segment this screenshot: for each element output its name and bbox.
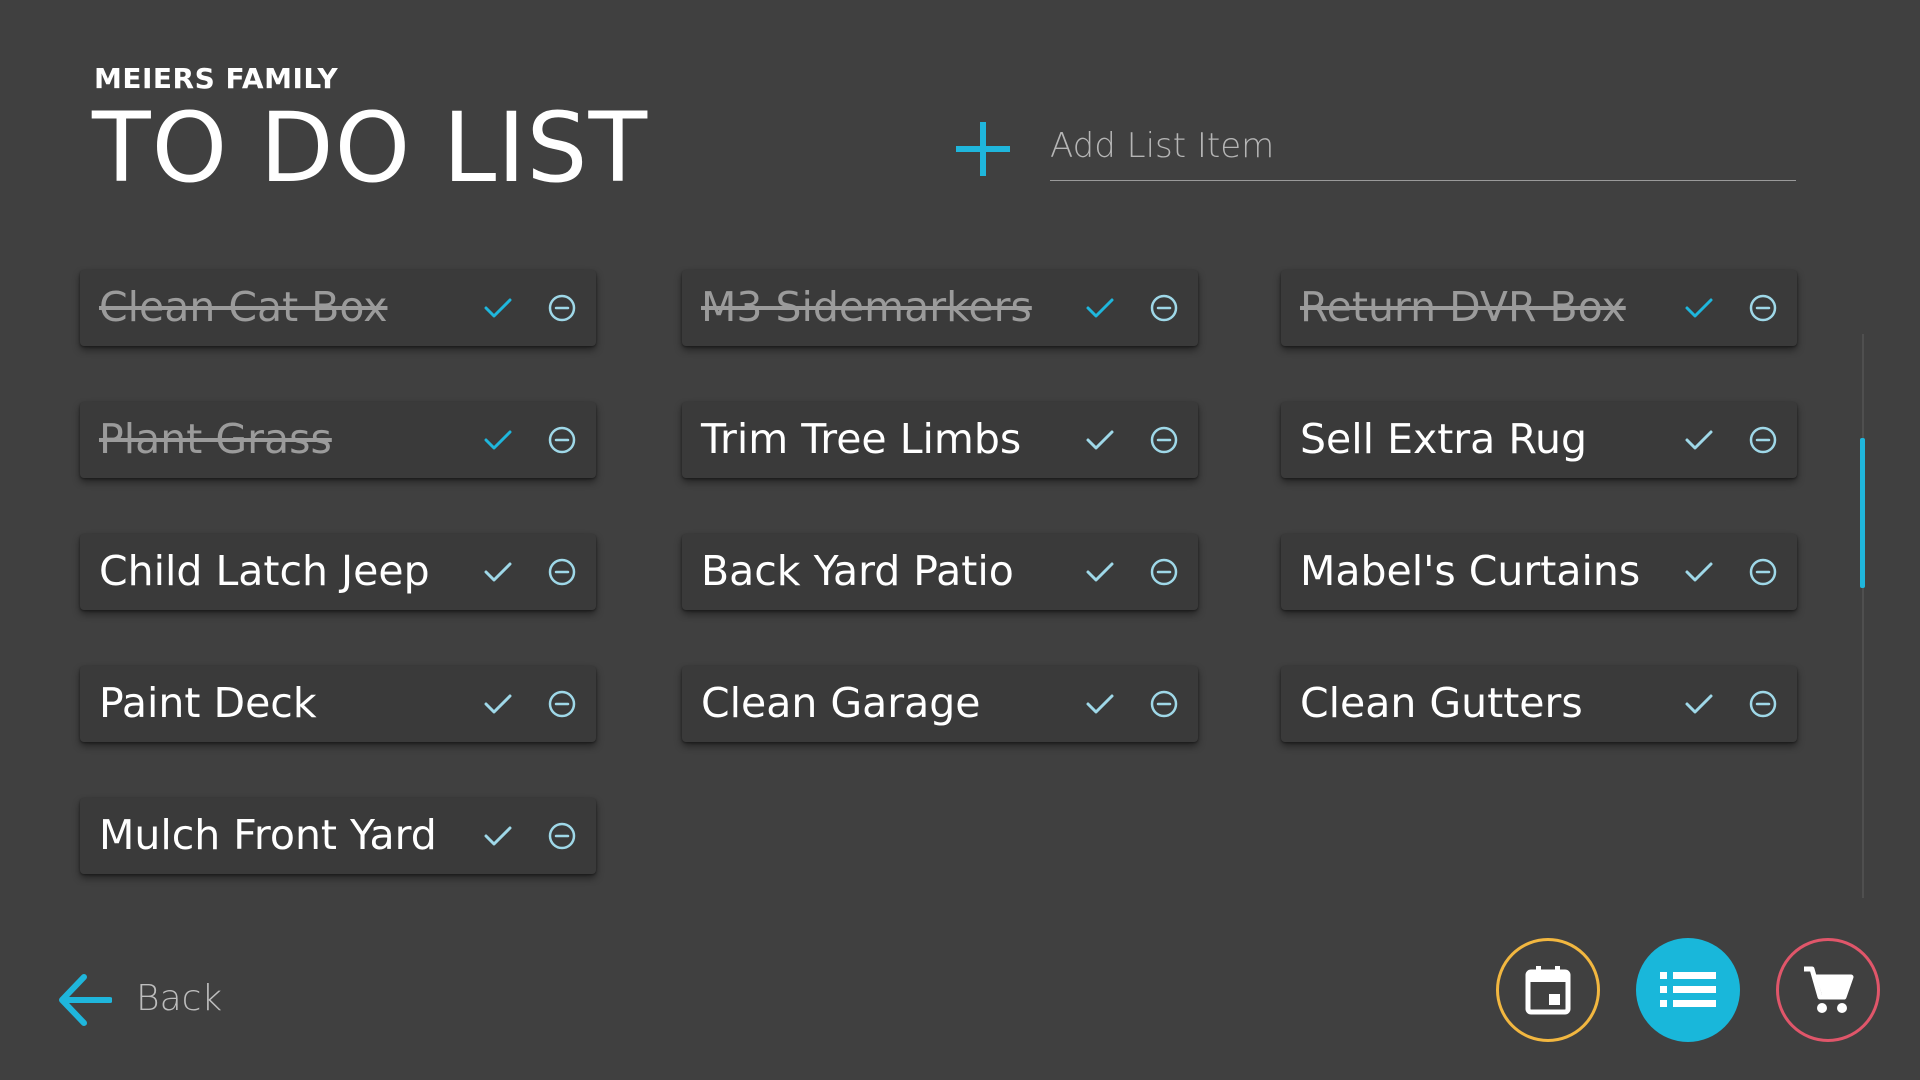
todo-page: MEIERS FAMILY TO DO LIST Clean Cat Box M3… bbox=[0, 0, 1920, 1080]
scrollbar-thumb[interactable] bbox=[1860, 438, 1865, 588]
family-name: MEIERS FAMILY bbox=[94, 62, 339, 95]
remove-circle-icon[interactable] bbox=[1148, 292, 1180, 324]
todo-item[interactable]: Paint Deck bbox=[80, 666, 596, 742]
remove-circle-icon[interactable] bbox=[1747, 556, 1779, 588]
todo-item[interactable]: Plant Grass bbox=[80, 402, 596, 478]
remove-circle-icon[interactable] bbox=[546, 292, 578, 324]
todo-item-label: Child Latch Jeep bbox=[99, 547, 430, 595]
todo-item-label: Plant Grass bbox=[99, 415, 332, 463]
todo-item[interactable]: Clean Gutters bbox=[1281, 666, 1797, 742]
checkmark-icon[interactable] bbox=[1681, 686, 1717, 722]
calendar-nav-button[interactable] bbox=[1496, 938, 1600, 1042]
remove-circle-icon[interactable] bbox=[1747, 292, 1779, 324]
todo-item[interactable]: Clean Cat Box bbox=[80, 270, 596, 346]
checkmark-icon[interactable] bbox=[480, 554, 516, 590]
checkmark-icon[interactable] bbox=[1681, 422, 1717, 458]
todo-item-label: Mabel's Curtains bbox=[1300, 547, 1641, 595]
list-nav-button[interactable] bbox=[1636, 938, 1740, 1042]
todo-item-label: M3 Sidemarkers bbox=[701, 283, 1032, 331]
remove-circle-icon[interactable] bbox=[1148, 688, 1180, 720]
checkmark-icon[interactable] bbox=[480, 818, 516, 854]
todo-item[interactable]: Mabel's Curtains bbox=[1281, 534, 1797, 610]
todo-item[interactable]: Mulch Front Yard bbox=[80, 798, 596, 874]
todo-item[interactable]: Trim Tree Limbs bbox=[682, 402, 1198, 478]
todo-item-label: Clean Garage bbox=[701, 679, 981, 727]
remove-circle-icon[interactable] bbox=[546, 820, 578, 852]
remove-circle-icon[interactable] bbox=[1747, 424, 1779, 456]
cart-icon bbox=[1804, 966, 1854, 1013]
checkmark-icon[interactable] bbox=[480, 290, 516, 326]
todo-item-label: Return DVR Box bbox=[1300, 283, 1626, 331]
todo-item-label: Paint Deck bbox=[99, 679, 317, 727]
todo-item-label: Clean Gutters bbox=[1300, 679, 1583, 727]
checkmark-icon[interactable] bbox=[480, 422, 516, 458]
checkmark-icon[interactable] bbox=[1082, 686, 1118, 722]
todo-item[interactable]: Back Yard Patio bbox=[682, 534, 1198, 610]
remove-circle-icon[interactable] bbox=[546, 688, 578, 720]
add-item-area bbox=[956, 112, 1800, 184]
back-label: Back bbox=[136, 978, 223, 1019]
checkmark-icon[interactable] bbox=[1082, 290, 1118, 326]
scrollbar-track[interactable] bbox=[1862, 334, 1864, 898]
remove-circle-icon[interactable] bbox=[1747, 688, 1779, 720]
cart-nav-button[interactable] bbox=[1776, 938, 1880, 1042]
todo-item-label: Back Yard Patio bbox=[701, 547, 1014, 595]
back-button[interactable]: Back bbox=[58, 970, 258, 1030]
remove-circle-icon[interactable] bbox=[546, 556, 578, 588]
todo-item-label: Sell Extra Rug bbox=[1300, 415, 1587, 463]
todo-item-label: Clean Cat Box bbox=[99, 283, 388, 331]
page-title: TO DO LIST bbox=[92, 92, 649, 204]
add-item-input[interactable] bbox=[1050, 112, 1796, 181]
todo-item[interactable]: Sell Extra Rug bbox=[1281, 402, 1797, 478]
remove-circle-icon[interactable] bbox=[1148, 424, 1180, 456]
checkmark-icon[interactable] bbox=[1681, 290, 1717, 326]
plus-icon[interactable] bbox=[956, 120, 1012, 176]
todo-item[interactable]: M3 Sidemarkers bbox=[682, 270, 1198, 346]
remove-circle-icon[interactable] bbox=[1148, 556, 1180, 588]
arrow-left-icon bbox=[59, 974, 112, 1026]
todo-item[interactable]: Clean Garage bbox=[682, 666, 1198, 742]
list-icon bbox=[1660, 972, 1716, 1007]
todo-list: Clean Cat Box M3 Sidemarkers Return DVR Bo… bbox=[80, 270, 1800, 910]
todo-item[interactable]: Return DVR Box bbox=[1281, 270, 1797, 346]
checkmark-icon[interactable] bbox=[1681, 554, 1717, 590]
checkmark-icon[interactable] bbox=[480, 686, 516, 722]
checkmark-icon[interactable] bbox=[1082, 554, 1118, 590]
remove-circle-icon[interactable] bbox=[546, 424, 578, 456]
todo-item[interactable]: Child Latch Jeep bbox=[80, 534, 596, 610]
todo-item-label: Trim Tree Limbs bbox=[701, 415, 1022, 463]
calendar-icon bbox=[1525, 966, 1571, 1015]
checkmark-icon[interactable] bbox=[1082, 422, 1118, 458]
todo-item-label: Mulch Front Yard bbox=[99, 811, 437, 859]
